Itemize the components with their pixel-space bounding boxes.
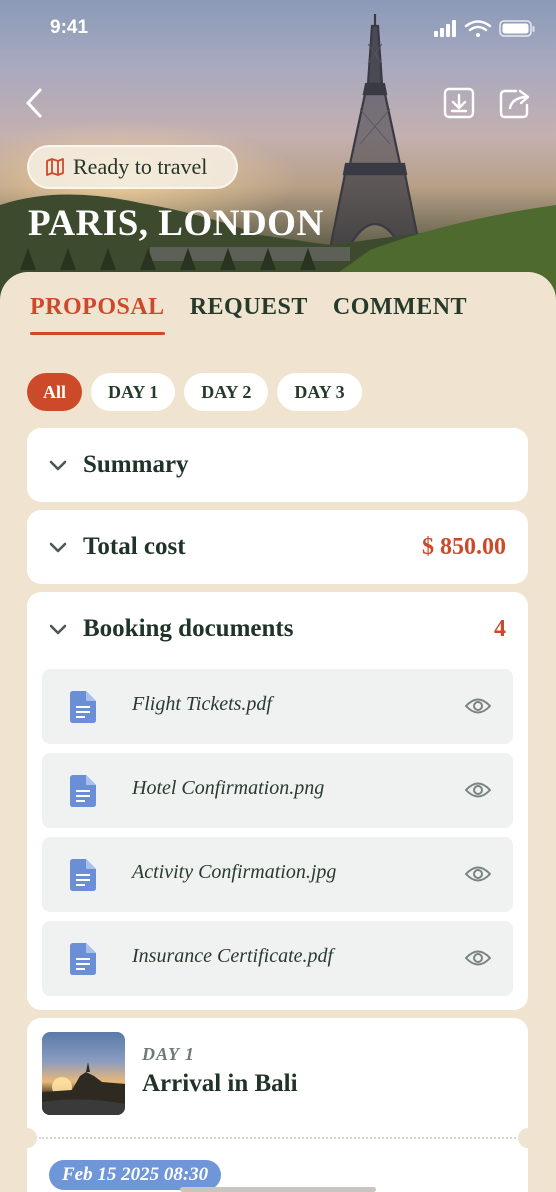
document-row[interactable]: Flight Tickets.pdf (42, 669, 513, 744)
battery-icon (499, 20, 535, 37)
chevron-down-icon (49, 624, 67, 635)
map-icon (46, 158, 64, 176)
day-card[interactable]: DAY 1 Arrival in Bali Feb 15 2025 08:30 (27, 1018, 528, 1192)
day-filter-chips: All DAY 1 DAY 2 DAY 3 (27, 373, 362, 411)
datetime-badge: Feb 15 2025 08:30 (49, 1160, 222, 1190)
summary-card[interactable]: Summary (27, 428, 528, 502)
eye-icon[interactable] (465, 695, 491, 717)
summary-header[interactable]: Summary (47, 428, 506, 502)
document-file-icon (70, 691, 96, 723)
tab-request[interactable]: REQUEST (190, 294, 308, 321)
back-chevron-icon[interactable] (20, 86, 50, 120)
chip-day-2[interactable]: DAY 2 (184, 373, 269, 411)
dotted-divider (39, 1137, 516, 1139)
download-icon[interactable] (442, 86, 476, 120)
document-file-icon (70, 775, 96, 807)
total-cost-value: $ 850.00 (422, 533, 506, 560)
eye-icon[interactable] (465, 779, 491, 801)
day-thumbnail (42, 1032, 125, 1115)
chevron-down-icon (49, 460, 67, 471)
tab-bar: PROPOSAL REQUEST COMMENT (30, 294, 492, 335)
trip-title: PARIS, LONDON (28, 203, 324, 244)
share-icon[interactable] (498, 86, 534, 120)
eye-icon[interactable] (465, 947, 491, 969)
chip-day-1[interactable]: DAY 1 (91, 373, 176, 411)
document-name: Hotel Confirmation.png (132, 777, 325, 799)
day-title: Arrival in Bali (142, 1070, 298, 1097)
document-row[interactable]: Hotel Confirmation.png (42, 753, 513, 828)
content-sheet: PROPOSAL REQUEST COMMENT All DAY 1 DAY 2… (0, 272, 556, 1192)
chevron-down-icon (49, 542, 67, 553)
status-bar: 9:41 (0, 0, 556, 56)
ticket-notch (27, 1128, 37, 1148)
eye-icon[interactable] (465, 863, 491, 885)
chip-day-3[interactable]: DAY 3 (277, 373, 362, 411)
document-file-icon (70, 859, 96, 891)
ready-to-travel-badge: Ready to travel (27, 145, 238, 189)
document-row[interactable]: Activity Confirmation.jpg (42, 837, 513, 912)
badge-label: Ready to travel (73, 154, 208, 179)
chip-all[interactable]: All (27, 373, 83, 411)
summary-title: Summary (83, 451, 189, 478)
tab-comment[interactable]: COMMENT (333, 294, 467, 321)
status-time: 9:41 (50, 17, 89, 38)
booking-documents-header[interactable]: Booking documents 4 (47, 592, 506, 666)
booking-documents-count: 4 (494, 615, 506, 642)
total-cost-title: Total cost (83, 533, 186, 560)
ticket-notch (518, 1128, 528, 1148)
status-icons (434, 20, 535, 37)
signal-icon (434, 20, 456, 37)
day-label: DAY 1 (142, 1044, 195, 1064)
document-name: Activity Confirmation.jpg (132, 861, 337, 883)
document-row[interactable]: Insurance Certificate.pdf (42, 921, 513, 996)
total-cost-card[interactable]: Total cost $ 850.00 (27, 510, 528, 584)
tab-proposal[interactable]: PROPOSAL (30, 294, 165, 335)
document-name: Flight Tickets.pdf (132, 693, 272, 715)
wifi-icon (464, 20, 492, 37)
document-name: Insurance Certificate.pdf (132, 945, 334, 967)
total-cost-header[interactable]: Total cost $ 850.00 (47, 510, 506, 584)
home-indicator (180, 1187, 376, 1192)
booking-documents-title: Booking documents (83, 615, 294, 642)
booking-documents-card: Booking documents 4 Flight Tickets.pdf H… (27, 592, 528, 1010)
document-file-icon (70, 943, 96, 975)
document-list: Flight Tickets.pdf Hotel Confirmation.pn… (42, 669, 513, 1005)
